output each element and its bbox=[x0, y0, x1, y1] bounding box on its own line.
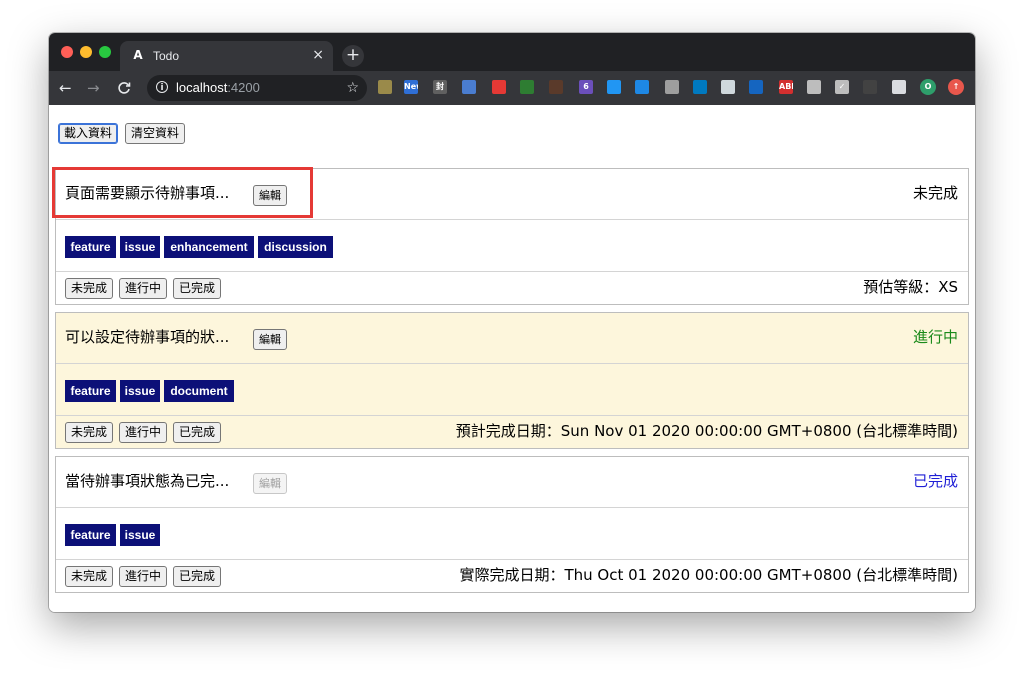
mark-todo-button[interactable]: 未完成 bbox=[65, 422, 113, 443]
tag-badge: enhancement bbox=[164, 236, 254, 258]
leaf-extension-icon[interactable] bbox=[378, 80, 392, 94]
todo-card-footer: 未完成 進行中 已完成 預估等級：XS bbox=[56, 272, 968, 304]
abp-extension-icon[interactable]: ABP bbox=[779, 80, 793, 94]
todo-status: 已完成 bbox=[912, 472, 958, 490]
mark-done-button[interactable]: 已完成 bbox=[173, 566, 221, 587]
trello-extension-icon[interactable] bbox=[693, 80, 707, 94]
tab-title: Todo bbox=[153, 49, 180, 63]
edit-button: 編輯 bbox=[253, 473, 287, 494]
todo-card-header: 可以設定待辦事項的狀... 編輯 進行中 bbox=[56, 313, 968, 364]
reload-icon[interactable] bbox=[117, 78, 131, 100]
mark-todo-button[interactable]: 未完成 bbox=[65, 566, 113, 587]
mark-todo-button[interactable]: 未完成 bbox=[65, 278, 113, 299]
address-url: localhost:4200 bbox=[176, 80, 260, 96]
block-extension-icon[interactable] bbox=[492, 80, 506, 94]
todo-card: 可以設定待辦事項的狀... 編輯 進行中 feature issue document 未完… bbox=[55, 312, 969, 449]
app-content: 載入資料 清空資料 頁面需要顯示待辦事項... 編輯 未完成 feature issue… bbox=[49, 105, 975, 612]
todo-title: 頁面需要顯示待辦事項... bbox=[65, 184, 230, 202]
card-extension-icon[interactable] bbox=[462, 80, 476, 94]
puzzle-extension-icon[interactable] bbox=[892, 80, 906, 94]
mark-done-button[interactable]: 已完成 bbox=[173, 422, 221, 443]
new-badge-extension-icon[interactable]: New bbox=[404, 80, 418, 94]
tag-badge: feature bbox=[65, 524, 116, 546]
bars-extension-icon[interactable] bbox=[721, 80, 735, 94]
todo-info: 預估等級：XS bbox=[863, 278, 958, 296]
tag-badge: feature bbox=[65, 236, 116, 258]
browser-tab[interactable]: A Todo × bbox=[120, 41, 333, 71]
mark-doing-button[interactable]: 進行中 bbox=[119, 566, 167, 587]
tag-badge: feature bbox=[65, 380, 116, 402]
doc-extension-icon[interactable] bbox=[863, 80, 877, 94]
todo-title: 當待辦事項狀態為已完... bbox=[65, 472, 230, 490]
photo-extension-icon[interactable] bbox=[807, 80, 821, 94]
site-info-icon[interactable]: i bbox=[156, 81, 168, 93]
todo-title: 可以設定待辦事項的狀... bbox=[65, 328, 230, 346]
todo-card: 頁面需要顯示待辦事項... 編輯 未完成 feature issue enhancemen… bbox=[55, 168, 969, 305]
tag-badge: issue bbox=[120, 380, 160, 402]
stack-extension-icon[interactable] bbox=[607, 80, 621, 94]
todo-status: 未完成 bbox=[912, 184, 958, 202]
cat-extension-icon[interactable] bbox=[549, 80, 563, 94]
todo-card-header: 頁面需要顯示待辦事項... 編輯 未完成 bbox=[56, 169, 968, 220]
todo-info: 預計完成日期：Sun Nov 01 2020 00:00:00 GMT+0800… bbox=[455, 422, 958, 440]
tab-close-icon[interactable]: × bbox=[312, 47, 324, 63]
address-bar[interactable]: i localhost:4200 ☆ bbox=[147, 75, 367, 101]
mark-doing-button[interactable]: 進行中 bbox=[119, 278, 167, 299]
forward-arrow-icon[interactable]: → bbox=[87, 78, 100, 98]
todo-card-header: 當待辦事項狀態為已完... 編輯 已完成 bbox=[56, 457, 968, 508]
browser-toolbar: ← → i localhost:4200 ☆ New 封 6 ABP ✓ O ↑ bbox=[49, 71, 975, 105]
tag-badge: discussion bbox=[258, 236, 333, 258]
seal-extension-icon[interactable]: 封 bbox=[433, 80, 447, 94]
crop-extension-icon[interactable] bbox=[520, 80, 534, 94]
edit-button[interactable]: 編輯 bbox=[253, 329, 287, 350]
todo-info: 實際完成日期：Thu Oct 01 2020 00:00:00 GMT+0800… bbox=[459, 566, 958, 584]
maximize-window-button[interactable] bbox=[99, 46, 111, 58]
puzzle-purple-extension-icon[interactable]: 6 bbox=[579, 80, 593, 94]
screen-extension-icon[interactable] bbox=[635, 80, 649, 94]
todo-tags: feature issue bbox=[56, 508, 968, 560]
clear-data-button[interactable]: 清空資料 bbox=[125, 123, 186, 144]
browser-window: A Todo × + ← → i localhost:4200 ☆ New 封 6 A… bbox=[49, 33, 975, 612]
tag-badge: document bbox=[164, 380, 234, 402]
mark-doing-button[interactable]: 進行中 bbox=[119, 422, 167, 443]
update-arrow-icon[interactable]: ↑ bbox=[948, 79, 964, 95]
todo-tags: feature issue document bbox=[56, 364, 968, 416]
minimize-window-button[interactable] bbox=[80, 46, 92, 58]
ghost-extension-icon[interactable] bbox=[665, 80, 679, 94]
title-bar: A Todo × + bbox=[49, 33, 975, 71]
back-arrow-icon[interactable]: ← bbox=[59, 78, 72, 98]
trello-2-extension-icon[interactable] bbox=[749, 80, 763, 94]
mark-done-button[interactable]: 已完成 bbox=[173, 278, 221, 299]
todo-card: 當待辦事項狀態為已完... 編輯 已完成 feature issue 未完成 進行中 已完成實… bbox=[55, 456, 969, 593]
check-extension-icon[interactable]: ✓ bbox=[835, 80, 849, 94]
load-data-button[interactable]: 載入資料 bbox=[58, 123, 119, 144]
tag-badge: issue bbox=[120, 524, 160, 546]
angular-icon: A bbox=[133, 48, 143, 62]
todo-tags: feature issue enhancement discussion bbox=[56, 220, 968, 272]
url-port: :4200 bbox=[227, 80, 260, 95]
todo-status: 進行中 bbox=[912, 328, 958, 346]
close-window-button[interactable] bbox=[61, 46, 73, 58]
todo-card-footer: 未完成 進行中 已完成 預計完成日期：Sun Nov 01 2020 00:00:00… bbox=[56, 416, 968, 448]
url-host: localhost bbox=[176, 80, 228, 95]
bookmark-star-icon[interactable]: ☆ bbox=[346, 79, 359, 97]
new-tab-button[interactable]: + bbox=[342, 45, 364, 67]
profile-avatar-icon[interactable]: O bbox=[920, 79, 936, 95]
todo-card-footer: 未完成 進行中 已完成 實際完成日期：Thu Oct 01 2020 00:00:00… bbox=[56, 560, 968, 592]
tag-badge: issue bbox=[120, 236, 160, 258]
edit-button[interactable]: 編輯 bbox=[253, 185, 287, 206]
